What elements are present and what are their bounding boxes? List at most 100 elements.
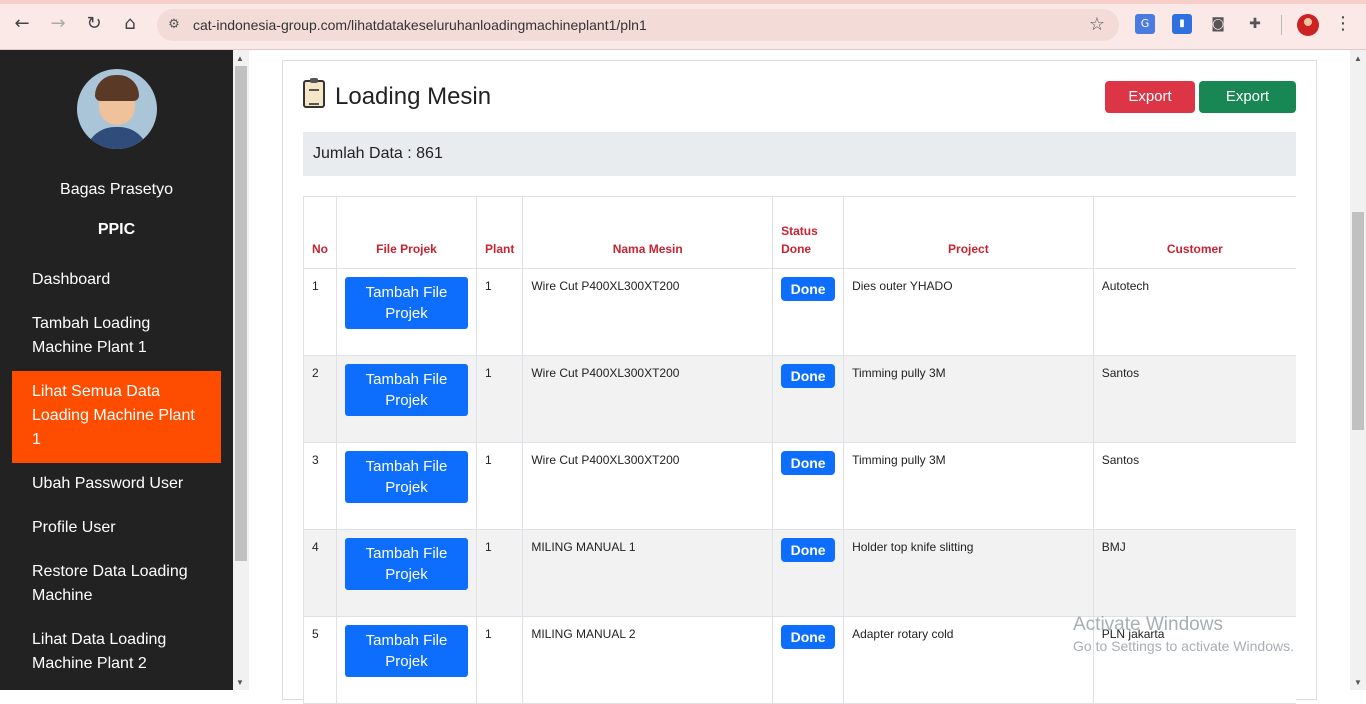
table-row: 1 Tambah File Projek 1 Wire Cut P400XL30…	[303, 268, 1296, 356]
cell-status: Done	[772, 616, 844, 704]
page-title: Loading Mesin	[303, 78, 492, 111]
sidebar-item-tambah-loading[interactable]: Tambah Loading Machine Plant 1	[12, 312, 221, 360]
status-done-badge[interactable]: Done	[781, 538, 836, 562]
sidebar-item-restore-data[interactable]: Restore Data Loading Machine	[12, 560, 221, 608]
header-plant[interactable]: Plant	[475, 196, 523, 269]
cell-status: Done	[772, 529, 844, 617]
table-row: 2 Tambah File Projek 1 Wire Cut P400XL30…	[303, 355, 1296, 443]
status-done-badge[interactable]: Done	[781, 364, 836, 388]
reload-icon[interactable]: ↻	[83, 13, 105, 35]
browser-toolbar: ← → ↻ ⌂ ⚙ cat-indonesia-group.com/lihatd…	[0, 0, 1366, 50]
bookmark-star-icon[interactable]: ☆	[1089, 14, 1105, 35]
home-icon[interactable]: ⌂	[119, 13, 141, 35]
cell-file-projek: Tambah File Projek	[336, 616, 477, 704]
header-project[interactable]: Project	[843, 196, 1094, 269]
cell-nama-mesin: Wire Cut P400XL300XT200	[522, 442, 773, 530]
status-done-badge[interactable]: Done	[781, 625, 836, 649]
header-file-projek[interactable]: File Projek	[336, 196, 477, 269]
cell-nama-mesin: Wire Cut P400XL300XT200	[522, 355, 773, 443]
tambah-file-projek-button[interactable]: Tambah File Projek	[345, 364, 468, 416]
avatar	[77, 69, 157, 149]
scroll-down-arrow-icon[interactable]: ▼	[236, 678, 244, 687]
cell-no: 1	[303, 268, 337, 356]
user-name: Bagas Prasetyo	[60, 181, 173, 198]
cell-status: Done	[772, 442, 844, 530]
cell-plant: 1	[475, 268, 523, 356]
user-role: PPIC	[97, 221, 136, 238]
cell-no: 5	[303, 616, 337, 704]
status-done-badge[interactable]: Done	[781, 451, 836, 475]
cell-nama-mesin: MILING MANUAL 1	[522, 529, 773, 617]
cell-customer: Santos	[1092, 355, 1296, 443]
table-row: 3 Tambah File Projek 1 Wire Cut P400XL30…	[303, 442, 1296, 530]
tambah-file-projek-button[interactable]: Tambah File Projek	[345, 625, 468, 677]
cell-plant: 1	[475, 529, 523, 617]
data-count-banner: Jumlah Data : 861	[303, 132, 1296, 176]
toolbar-divider	[1281, 15, 1282, 35]
watermark-line-1: Activate Windows	[1073, 614, 1223, 635]
clipboard-icon	[303, 78, 325, 108]
sidebar-item-dashboard[interactable]: Dashboard	[12, 268, 221, 292]
scroll-down-arrow-icon[interactable]: ▼	[1354, 678, 1362, 687]
profile-avatar-icon[interactable]	[1297, 14, 1319, 36]
translate-icon[interactable]: G	[1135, 14, 1155, 34]
tambah-file-projek-button[interactable]: Tambah File Projek	[345, 451, 468, 503]
scroll-up-arrow-icon[interactable]: ▲	[1354, 54, 1362, 63]
cell-no: 2	[303, 355, 337, 443]
sidebar-item-profile-user[interactable]: Profile User	[12, 516, 221, 540]
tambah-file-projek-button[interactable]: Tambah File Projek	[345, 277, 468, 329]
export-pdf-button[interactable]: Export PDF	[1105, 81, 1195, 137]
cell-nama-mesin: Wire Cut P400XL300XT200	[522, 268, 773, 356]
cell-file-projek: Tambah File Projek	[336, 529, 477, 617]
tab-strip	[0, 0, 1366, 4]
table-header-row: No File Projek Plant Nama Mesin Status D…	[303, 196, 1296, 269]
export-excel-button[interactable]: Export Excel	[1199, 81, 1296, 137]
cell-customer: Santos	[1092, 442, 1296, 530]
status-done-badge[interactable]: Done	[781, 277, 836, 301]
tambah-file-projek-button[interactable]: Tambah File Projek	[345, 538, 468, 590]
cell-project: Timming pully 3M	[843, 355, 1094, 443]
cell-plant: 1	[475, 355, 523, 443]
cell-file-projek: Tambah File Projek	[336, 268, 477, 356]
screenshot-camera-icon[interactable]: ◙	[1208, 14, 1228, 34]
header-no[interactable]: No	[303, 196, 337, 269]
cell-project: Timming pully 3M	[843, 442, 1094, 530]
table-row: 4 Tambah File Projek 1 MILING MANUAL 1 D…	[303, 529, 1296, 617]
site-info-icon[interactable]: ⚙	[165, 16, 183, 34]
cell-plant: 1	[475, 442, 523, 530]
cell-project: Adapter rotary cold	[843, 616, 1094, 704]
sidebar-item-plant-2[interactable]: Lihat Data Loading Machine Plant 2	[12, 628, 221, 676]
cell-no: 4	[303, 529, 337, 617]
browser-menu-icon[interactable]: ⋮	[1334, 13, 1352, 34]
page-title-text: Loading Mesin	[335, 83, 492, 110]
scroll-up-arrow-icon[interactable]: ▲	[236, 54, 244, 63]
cell-customer: BMJ	[1092, 529, 1296, 617]
watermark-line-2: Go to Settings to activate Windows.	[1073, 638, 1294, 654]
extension-sheet-icon[interactable]: ▮	[1172, 14, 1192, 34]
sidebar-scrollbar[interactable]: ▲ ▼	[233, 50, 249, 690]
header-status-done[interactable]: Status Done	[772, 196, 844, 269]
cell-project: Holder top knife slitting	[843, 529, 1094, 617]
main-scrollbar[interactable]: ▲ ▼	[1350, 50, 1366, 690]
header-customer[interactable]: Customer	[1092, 196, 1296, 269]
url-text[interactable]: cat-indonesia-group.com/lihatdatakeselur…	[193, 17, 647, 33]
sidebar-item-ubah-password[interactable]: Ubah Password User	[12, 472, 221, 496]
cell-file-projek: Tambah File Projek	[336, 442, 477, 530]
address-bar[interactable]: ⚙ cat-indonesia-group.com/lihatdatakesel…	[157, 9, 1119, 41]
sidebar-item-lihat-semua-data[interactable]: Lihat Semua Data Loading Machine Plant 1	[12, 371, 221, 463]
cell-status: Done	[772, 355, 844, 443]
cell-plant: 1	[475, 616, 523, 704]
cell-nama-mesin: MILING MANUAL 2	[522, 616, 773, 704]
cell-project: Dies outer YHADO	[843, 268, 1094, 356]
cell-customer: Autotech	[1092, 268, 1296, 356]
windows-activation-watermark: Activate Windows Go to Settings to activ…	[1073, 614, 1294, 654]
cell-no: 3	[303, 442, 337, 530]
cell-file-projek: Tambah File Projek	[336, 355, 477, 443]
forward-icon[interactable]: →	[47, 13, 69, 35]
extensions-puzzle-icon[interactable]: ✚	[1245, 14, 1265, 34]
header-nama-mesin[interactable]: Nama Mesin	[522, 196, 773, 269]
sidebar-scroll-thumb[interactable]	[235, 66, 247, 561]
main-scroll-thumb[interactable]	[1352, 212, 1364, 430]
back-icon[interactable]: ←	[11, 13, 33, 35]
sidebar: Bagas Prasetyo PPIC Dashboard Tambah Loa…	[0, 50, 233, 690]
